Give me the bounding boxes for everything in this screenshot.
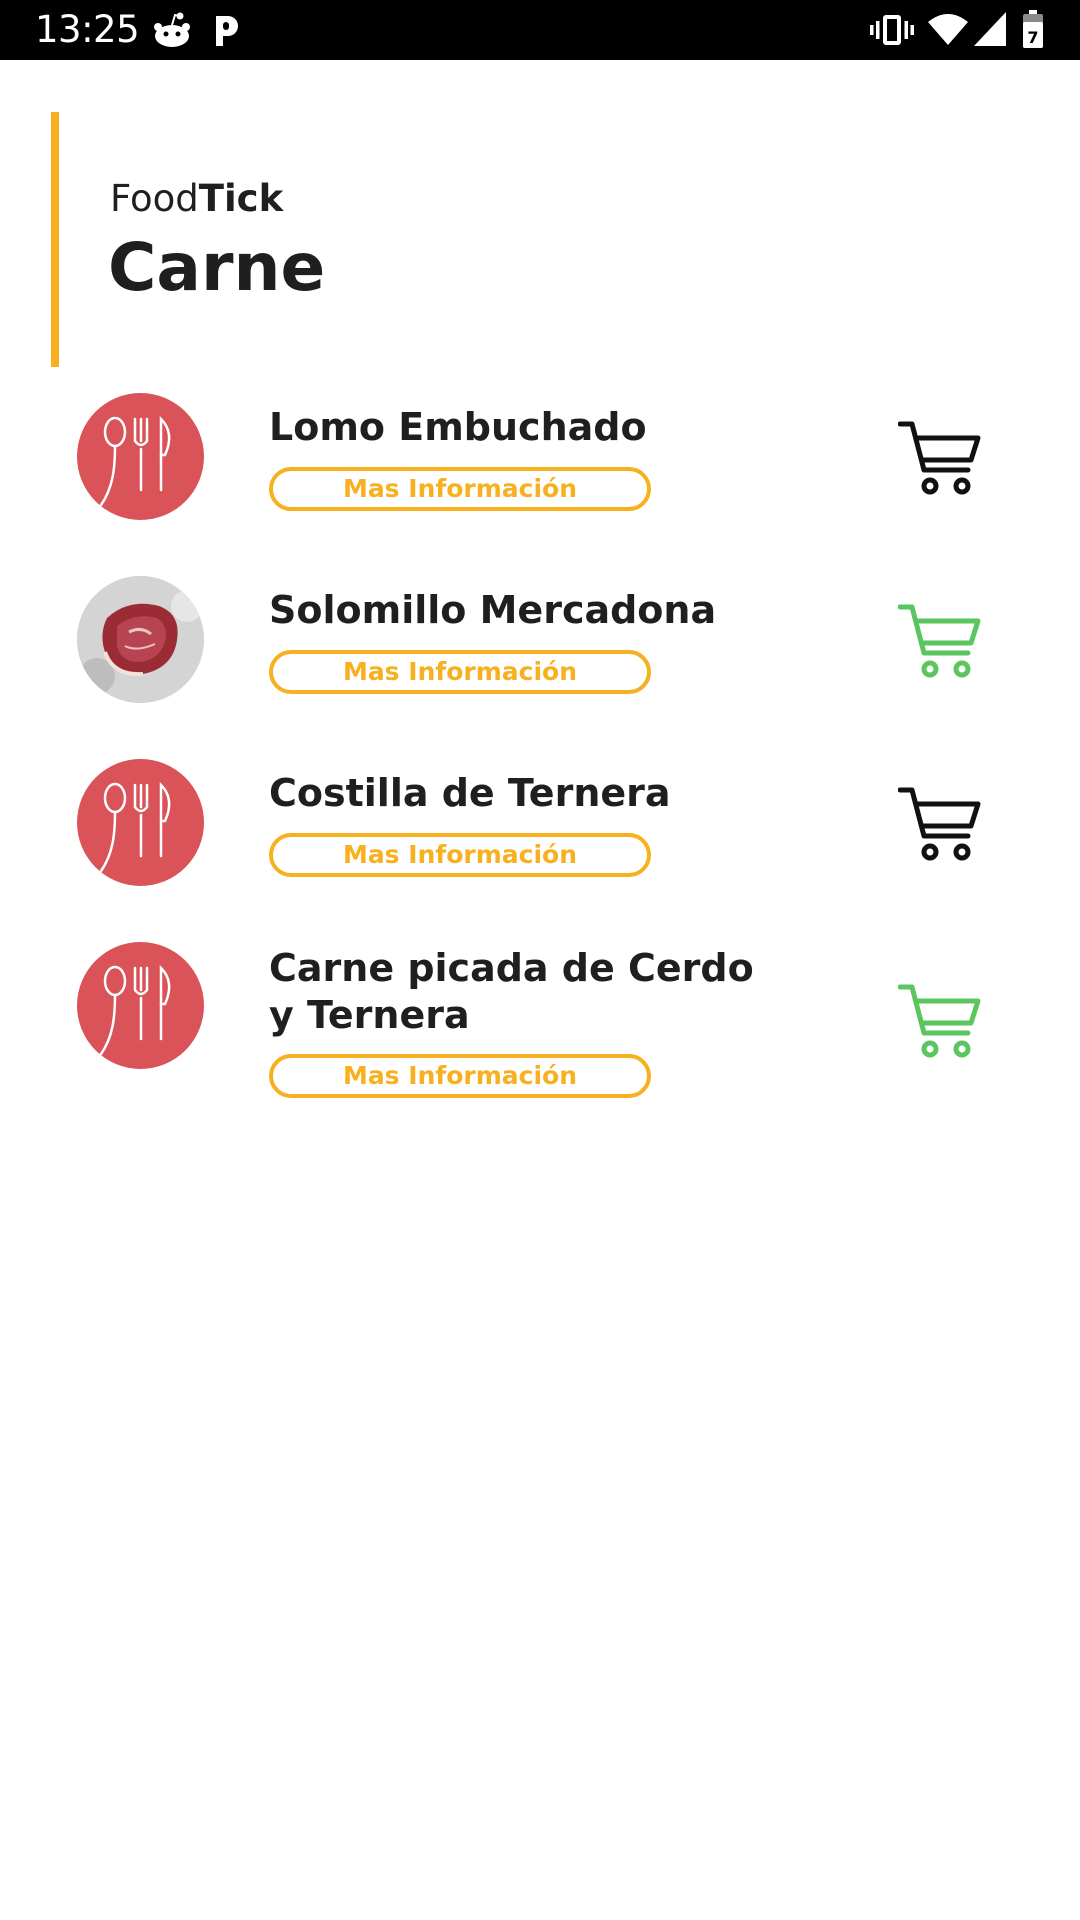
brand-light-text: Food [110, 177, 199, 220]
reddit-icon [154, 12, 190, 47]
product-name: Solomillo Mercadona [269, 588, 717, 632]
product-image-placeholder [77, 942, 204, 1069]
product-item-lomo-embuchado[interactable]: Lomo Embuchado Mas Información [0, 390, 1080, 530]
product-item-costilla-de-ternera[interactable]: Costilla de Ternera Mas Información [0, 756, 1080, 896]
wifi-icon [928, 14, 968, 45]
product-name: Lomo Embuchado [269, 405, 647, 449]
meat-photo-icon [77, 576, 204, 703]
more-info-button[interactable]: Mas Información [269, 650, 651, 694]
utensils-icon [99, 415, 171, 507]
product-image-placeholder [77, 393, 204, 520]
more-info-button[interactable]: Mas Información [269, 467, 651, 511]
more-info-button[interactable]: Mas Información [269, 1054, 651, 1098]
vibrate-icon [870, 15, 914, 45]
p-app-icon [216, 16, 238, 46]
page-title: Carne [108, 229, 326, 306]
product-item-carne-picada-de-cerdo-y-ternera[interactable]: Carne picada de Cerdo y Ternera Mas Info… [0, 939, 1080, 1109]
product-item-solomillo-mercadona[interactable]: Solomillo Mercadona Mas Información [0, 573, 1080, 713]
brand-bold-text: Tick [198, 177, 284, 220]
battery-level: 7 [1027, 28, 1038, 47]
signal-icon [974, 12, 1006, 46]
cart-added-icon[interactable] [898, 601, 982, 681]
cart-added-icon[interactable] [898, 981, 982, 1061]
product-image-meat-photo [77, 576, 204, 703]
utensils-icon [99, 964, 171, 1056]
more-info-button[interactable]: Mas Información [269, 833, 651, 877]
status-time: 13:25 [35, 8, 140, 51]
status-bar: 13:25 7 [0, 0, 1080, 60]
product-image-placeholder [77, 759, 204, 886]
product-name: Carne picada de Cerdo y Ternera [269, 946, 754, 1037]
header-accent-bar [51, 112, 59, 367]
utensils-icon [99, 781, 171, 873]
cart-icon[interactable] [898, 784, 982, 864]
brand-logo: FoodTick [110, 177, 283, 221]
cart-icon[interactable] [898, 418, 982, 498]
battery-icon: 7 [1023, 10, 1043, 48]
product-name: Costilla de Ternera [269, 771, 671, 815]
